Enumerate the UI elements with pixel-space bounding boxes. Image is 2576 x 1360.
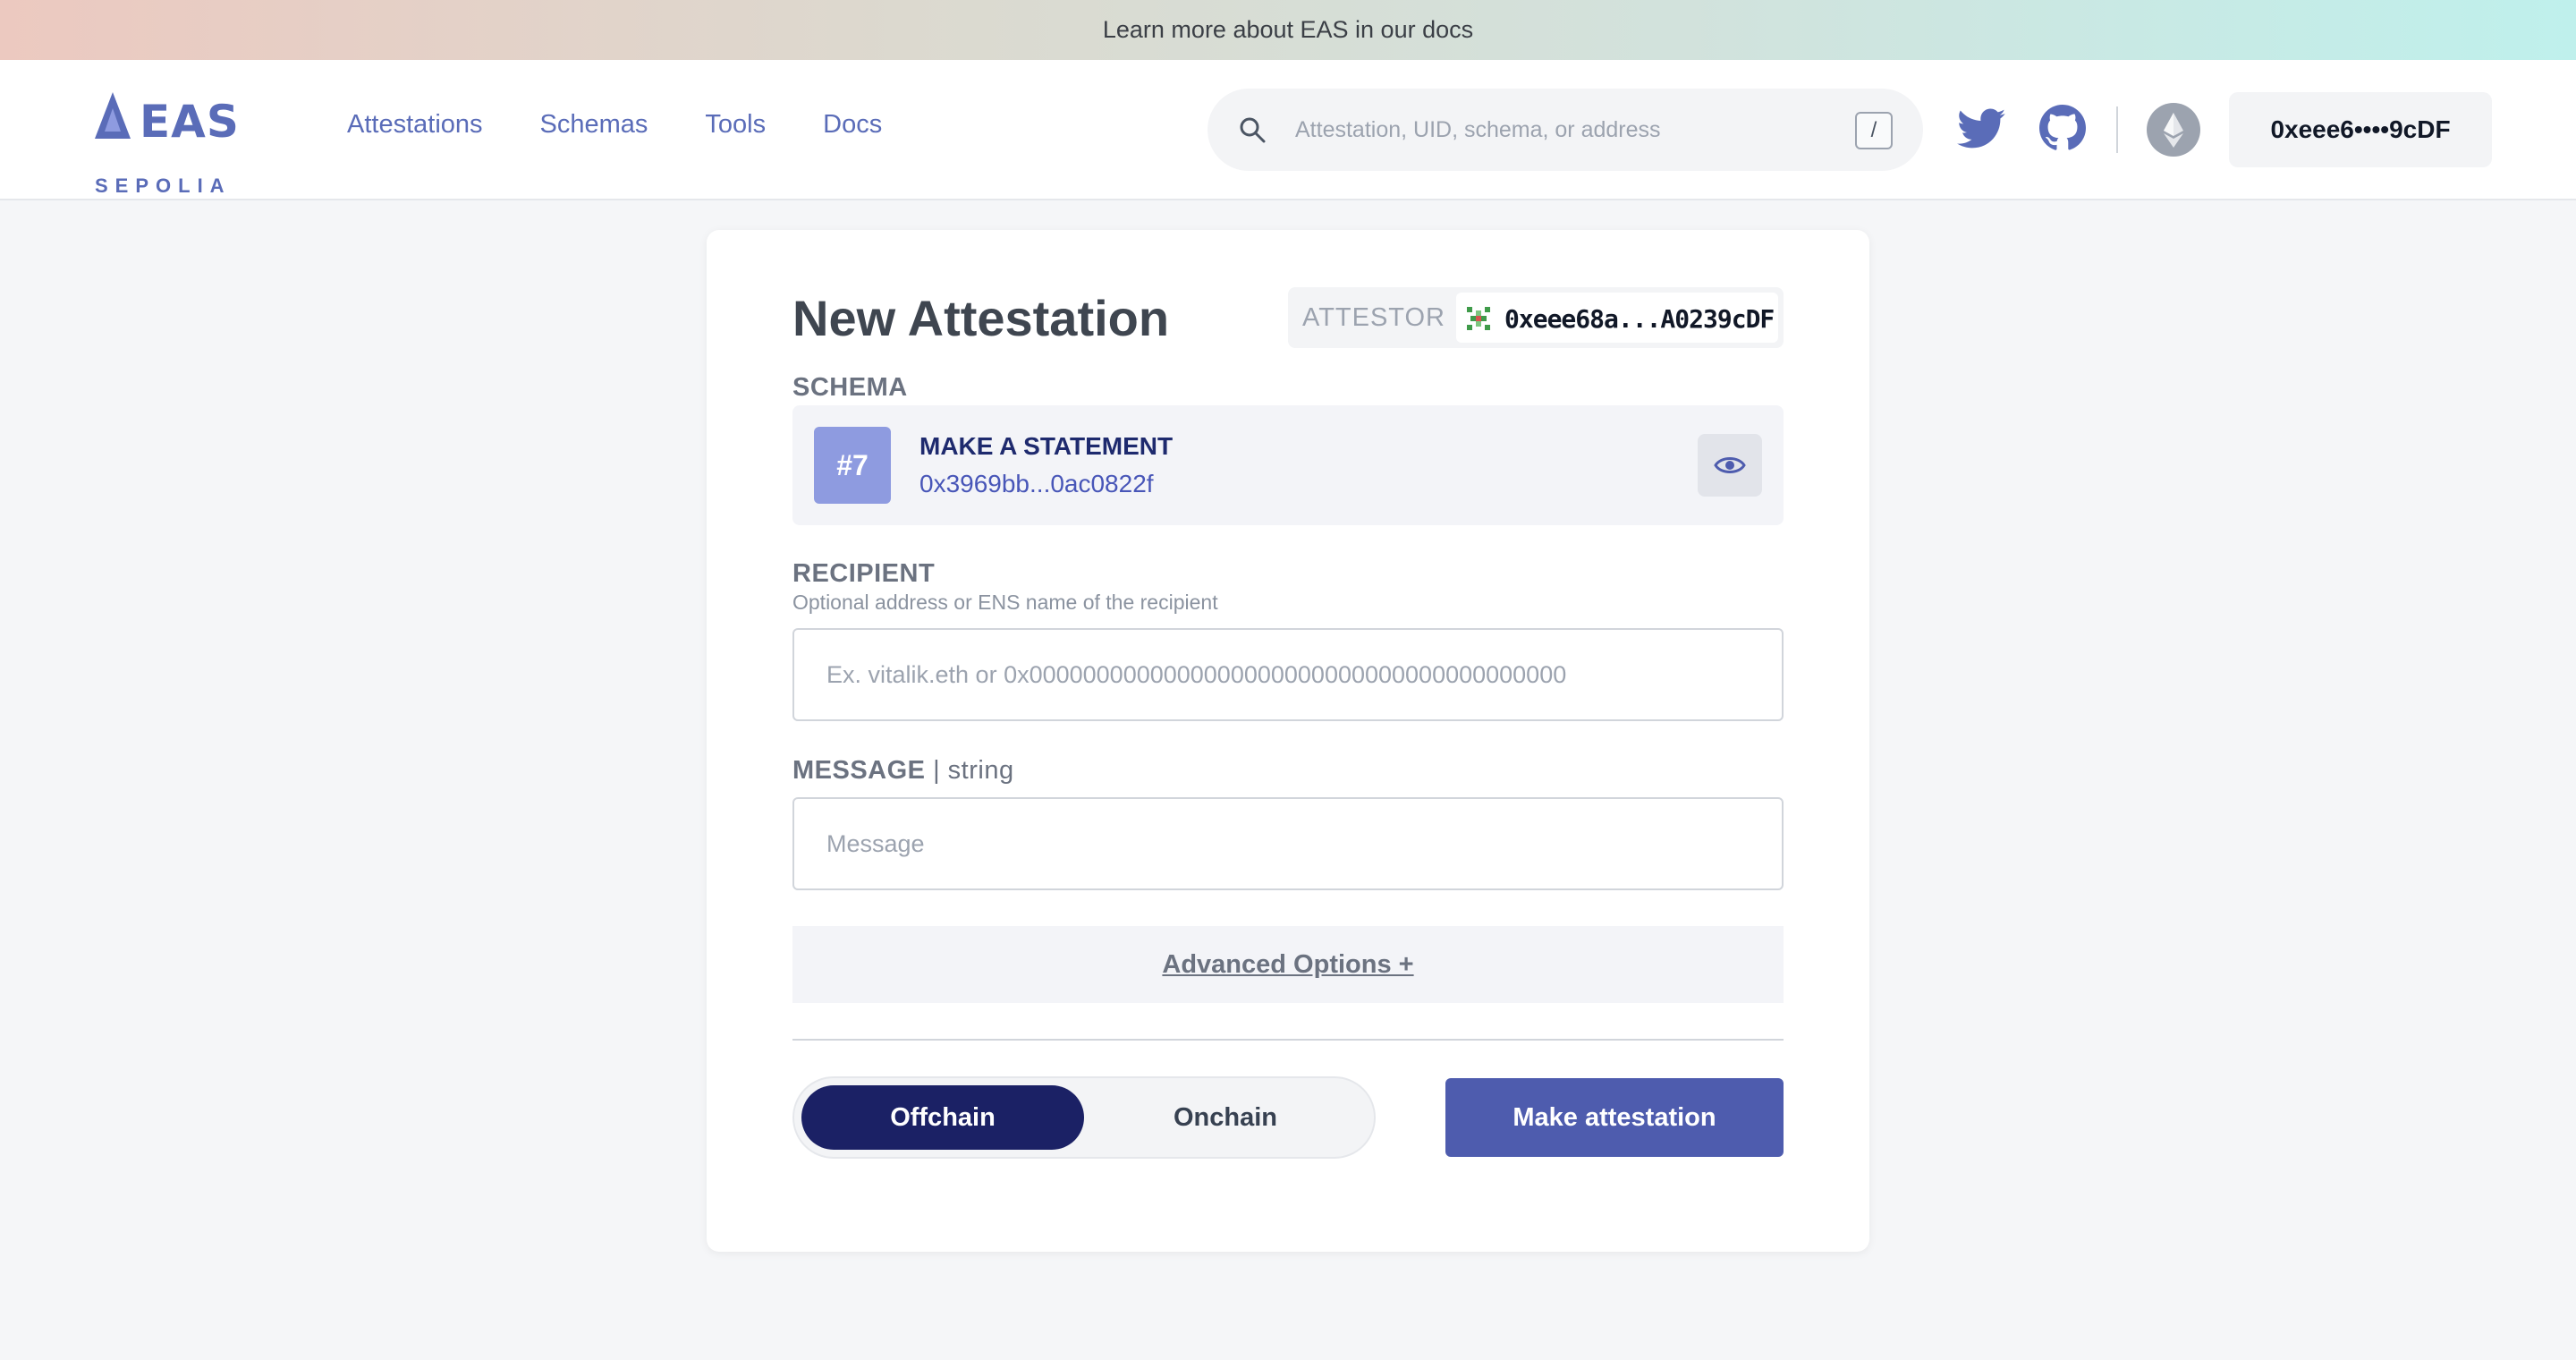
message-input[interactable] xyxy=(792,797,1784,890)
search-bar[interactable]: / xyxy=(1208,89,1923,171)
nav-schemas[interactable]: Schemas xyxy=(540,110,648,140)
ethereum-logo-icon xyxy=(2164,113,2183,148)
wallet-address-button[interactable]: 0xeee6••••9cDF xyxy=(2229,92,2492,167)
search-shortcut-key: / xyxy=(1855,112,1893,149)
attestor-address-box[interactable]: 0xeee68a...A0239cDF xyxy=(1456,293,1778,343)
nav-attestations[interactable]: Attestations xyxy=(347,110,483,140)
message-label: MESSAGE | string xyxy=(792,756,1014,786)
onchain-option[interactable]: Onchain xyxy=(1084,1085,1367,1150)
message-type-text: | string xyxy=(925,756,1014,785)
page-title: New Attestation xyxy=(792,290,1170,346)
attestor-label: ATTESTOR xyxy=(1302,303,1445,332)
make-attestation-button[interactable]: Make attestation xyxy=(1445,1078,1784,1157)
twitter-icon[interactable] xyxy=(1957,107,2005,150)
view-schema-button[interactable] xyxy=(1698,434,1762,497)
recipient-label: RECIPIENT xyxy=(792,559,936,588)
search-input[interactable] xyxy=(1295,108,1832,151)
brand-name: EAS xyxy=(140,96,240,148)
advanced-options-panel: Advanced Options + xyxy=(792,926,1784,1003)
recipient-input[interactable] xyxy=(792,628,1784,721)
attestor-address: 0xeee68a...A0239cDF xyxy=(1504,304,1775,334)
form-divider xyxy=(792,1039,1784,1041)
advanced-options-link[interactable]: Advanced Options + xyxy=(1162,950,1413,980)
schema-number-badge: #7 xyxy=(814,427,891,504)
chain-mode-toggle: Offchain Onchain xyxy=(792,1076,1376,1159)
schema-label: SCHEMA xyxy=(792,373,908,402)
schema-name: MAKE A STATEMENT xyxy=(919,432,1174,460)
nav-tools[interactable]: Tools xyxy=(705,110,766,140)
attestor-avatar-icon xyxy=(1463,303,1494,334)
schema-card[interactable]: #7 MAKE A STATEMENT 0x3969bb...0ac0822f xyxy=(792,405,1784,525)
eas-triangle-icon xyxy=(95,92,131,139)
ethereum-icon[interactable] xyxy=(2147,103,2200,157)
banner-text[interactable]: Learn more about EAS in our docs xyxy=(1103,16,1473,44)
message-label-text: MESSAGE xyxy=(792,756,926,785)
network-name: SEPOLIA xyxy=(95,174,232,197)
header-divider xyxy=(2116,106,2118,153)
nav-docs[interactable]: Docs xyxy=(823,110,882,140)
github-icon[interactable] xyxy=(2039,105,2086,151)
recipient-helper-text: Optional address or ENS name of the reci… xyxy=(792,591,1218,614)
schema-uid-link[interactable]: 0x3969bb...0ac0822f xyxy=(919,470,1154,498)
main-nav: Attestations Schemas Tools Docs xyxy=(347,110,939,140)
offchain-option[interactable]: Offchain xyxy=(801,1085,1084,1150)
new-attestation-card: New Attestation ATTESTOR 0xeee68a...A023… xyxy=(707,230,1869,1252)
docs-banner[interactable]: Learn more about EAS in our docs xyxy=(0,0,2576,60)
search-icon xyxy=(1240,117,1266,143)
attestor-chip: ATTESTOR 0xeee68a...A0239cDF xyxy=(1288,287,1784,348)
eye-icon xyxy=(1714,457,1746,473)
site-header: EAS SEPOLIA Attestations Schemas Tools D… xyxy=(0,60,2576,200)
eas-logo[interactable]: EAS SEPOLIA xyxy=(93,90,239,197)
